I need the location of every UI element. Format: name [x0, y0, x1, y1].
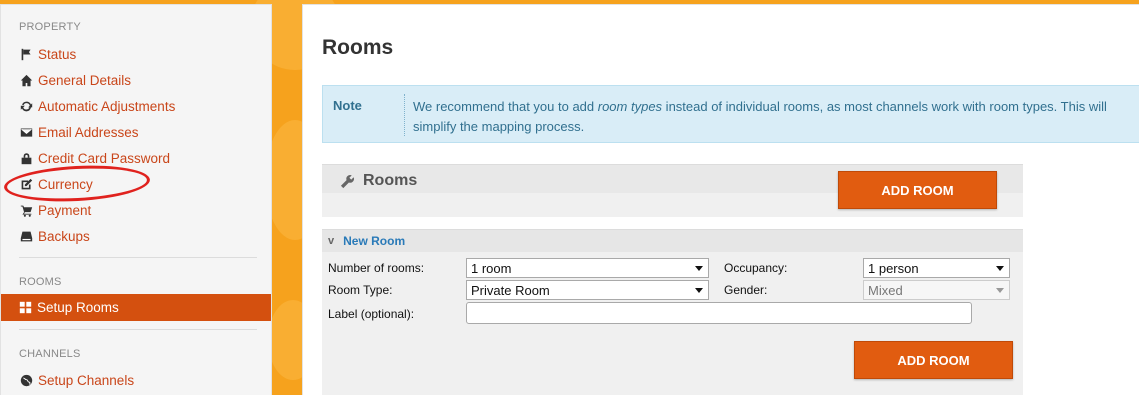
sidebar-item-label: Automatic Adjustments [38, 98, 176, 114]
new-room-title: New Room [343, 234, 406, 248]
sidebar-item-automatic-adjustments[interactable]: Automatic Adjustments [19, 96, 175, 116]
caret-down-icon [996, 266, 1004, 271]
caret-down-icon [996, 288, 1004, 293]
new-room-form: v New Room Number of rooms: 1 room Occup… [322, 229, 1023, 395]
add-room-button[interactable]: ADD ROOM [854, 341, 1013, 379]
sidebar-item-label: Setup Channels [38, 372, 135, 388]
cart-icon [19, 203, 33, 217]
number-of-rooms-select[interactable]: 1 room [466, 258, 709, 278]
occupancy-select[interactable]: 1 person [863, 258, 1010, 278]
caret-down-icon [695, 266, 703, 271]
note-label: Note [333, 98, 362, 113]
sidebar-item-general-details[interactable]: General Details [19, 70, 131, 90]
chevron-down-icon: v [328, 235, 335, 247]
sidebar-item-label: Email Addresses [38, 124, 139, 140]
section-title-property: PROPERTY [19, 21, 81, 33]
note-text: We recommend that you to add room types … [413, 99, 1107, 134]
section-title-channels: CHANNELS [19, 348, 81, 360]
occupancy-label: Occupancy: [724, 261, 788, 275]
sidebar-item-setup-channels[interactable]: Setup Channels [19, 370, 134, 390]
envelope-icon [19, 125, 33, 139]
divider [19, 329, 257, 330]
label-input[interactable] [466, 302, 972, 324]
sidebar-item-label: Backups [38, 228, 90, 244]
sidebar-item-label: General Details [38, 72, 132, 88]
wrench-icon [340, 174, 354, 188]
sidebar-item-label: Status [38, 46, 77, 62]
sidebar-item-email-addresses[interactable]: Email Addresses [19, 122, 139, 142]
room-type-label: Room Type: [328, 283, 393, 297]
flag-icon [19, 47, 33, 61]
caret-down-icon [695, 288, 703, 293]
room-type-select[interactable]: Private Room [466, 280, 709, 300]
new-room-header[interactable]: v New Room [322, 230, 1023, 252]
section-title-rooms: ROOMS [19, 276, 62, 288]
drive-icon [19, 229, 33, 243]
divider [19, 257, 257, 258]
number-of-rooms-label: Number of rooms: [328, 261, 425, 275]
refresh-icon [19, 99, 33, 113]
rooms-panel-title: Rooms [340, 172, 417, 190]
sidebar-item-setup-rooms[interactable]: Setup Rooms [1, 294, 271, 321]
label-optional-label: Label (optional): [328, 307, 415, 321]
home-icon [19, 73, 33, 87]
sidebar-item-backups[interactable]: Backups [19, 226, 90, 246]
sidebar-item-payment[interactable]: Payment [19, 200, 91, 220]
note-alert: Note We recommend that you to add room t… [322, 85, 1139, 143]
globe-icon [19, 373, 33, 387]
sidebar-item-label: Credit Card Password [38, 150, 171, 166]
grid-icon [19, 301, 32, 314]
sidebar-item-label: Setup Rooms [37, 300, 119, 315]
rooms-panel-title-text: Rooms [363, 172, 418, 189]
note-divider [404, 94, 405, 136]
sidebar-item-label: Payment [38, 202, 92, 218]
add-room-button-top[interactable]: ADD ROOM [838, 171, 997, 209]
gender-select: Mixed [863, 280, 1010, 300]
main-panel: Rooms Note We recommend that you to add … [302, 4, 1139, 395]
sidebar-item-status[interactable]: Status [19, 44, 76, 64]
lock-icon [19, 151, 33, 165]
page-title: Rooms [322, 36, 394, 59]
gender-label: Gender: [724, 283, 768, 297]
